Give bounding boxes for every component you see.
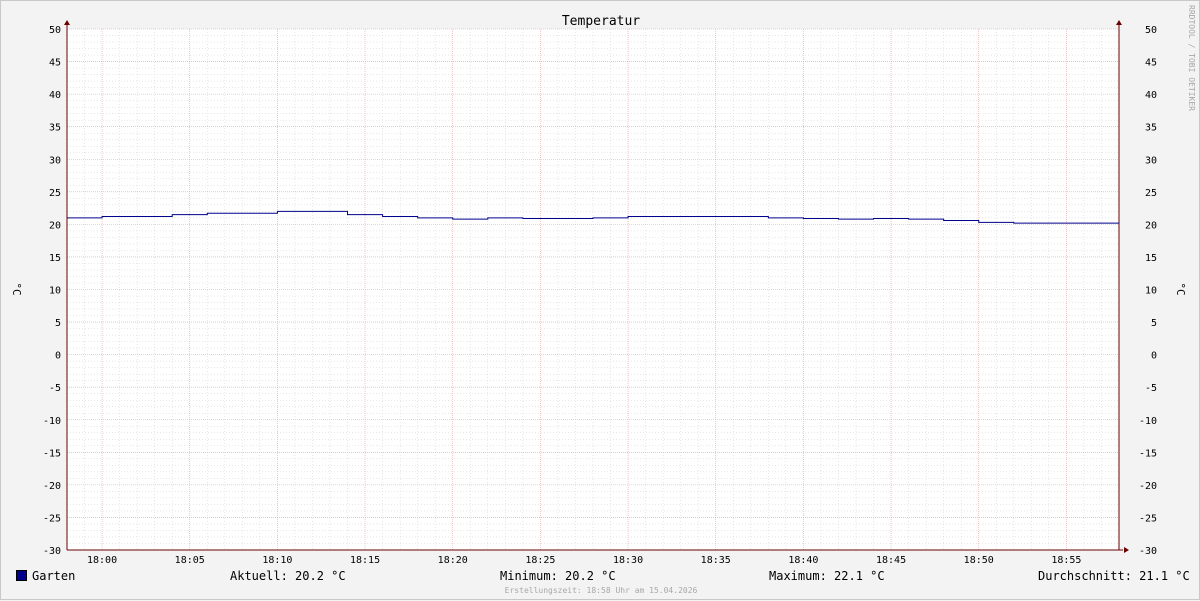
legend-maximum: Maximum: 22.1 °C (769, 569, 885, 583)
y-tick-label-left: -10 (43, 416, 61, 427)
x-tick-label: 18:45 (876, 555, 906, 566)
x-tick-label: 18:05 (175, 555, 205, 566)
y-tick-label-left: 20 (49, 220, 61, 231)
y-tick-label-right: 5 (1151, 318, 1157, 329)
y-tick-label-right: 40 (1145, 90, 1157, 101)
y-axis-right-arrow (1116, 20, 1122, 25)
legend-minimum: Minimum: 20.2 °C (500, 569, 616, 583)
y-tick-label-right: 15 (1145, 253, 1157, 264)
chart-frame: 50 50 45 45 40 40 35 35 30 30 25 25 20 20 15 15 10 10 5 5 0 0… (0, 0, 1200, 600)
y-tick-label-right: 25 (1145, 188, 1157, 199)
y-tick-label-right: -5 (1145, 383, 1157, 394)
x-tick-label: 18:30 (613, 555, 643, 566)
x-tick-label: 18:55 (1051, 555, 1081, 566)
x-axis-arrow (1124, 547, 1129, 553)
legend-series-label: Garten (32, 569, 76, 583)
y-tick-label-left: 30 (49, 155, 61, 166)
y-tick-label-left: 25 (49, 188, 61, 199)
y-tick-label-right: 50 (1145, 25, 1157, 36)
legend-series: Garten (16, 569, 75, 583)
rrdtool-watermark: RRDTOOL / TOBI OETIKER (1187, 5, 1196, 111)
y-tick-label-left: 0 (55, 351, 61, 362)
y-tick-label-left: 45 (49, 58, 61, 69)
y-tick-label-right: 35 (1145, 123, 1157, 134)
x-tick-label: 18:10 (262, 555, 292, 566)
y-tick-label-left: -25 (43, 513, 61, 524)
y-tick-label-right: 0 (1151, 351, 1157, 362)
chart-title: Temperatur (562, 14, 640, 29)
x-tick-label: 18:20 (438, 555, 468, 566)
y-tick-label-left: 35 (49, 123, 61, 134)
legend-swatch-garten (16, 570, 27, 581)
y-tick-label-right: 45 (1145, 58, 1157, 69)
x-tick-label: 18:35 (701, 555, 731, 566)
y-tick-label-right: 10 (1145, 286, 1157, 297)
creation-time-footer: Erstellungszeit: 18:58 Uhr am 15.04.2026 (504, 586, 698, 595)
y-tick-label-left: 50 (49, 25, 61, 36)
y-tick-label-right: -20 (1139, 481, 1157, 492)
x-tick-label: 18:40 (788, 555, 818, 566)
y-axis-label-right: °C (1174, 282, 1187, 295)
x-tick-label: 18:25 (525, 555, 555, 566)
y-tick-label-left: -5 (49, 383, 61, 394)
y-tick-label-left: -15 (43, 448, 61, 459)
y-tick-label-right: 30 (1145, 155, 1157, 166)
y-tick-label-right: 20 (1145, 220, 1157, 231)
y-tick-label-left: 15 (49, 253, 61, 264)
y-tick-label-left: -20 (43, 481, 61, 492)
temperature-chart: 50 5045 4540 4035 3530 3025 2520 2015 1510 105 50 0… (10, 14, 1187, 566)
y-tick-label-left: 40 (49, 90, 61, 101)
legend-average: Durchschnitt: 21.1 °C (1038, 569, 1190, 583)
y-tick-label-left: 5 (55, 318, 61, 329)
y-tick-label-left: -30 (43, 546, 61, 557)
y-tick-label-right: -15 (1139, 448, 1157, 459)
y-axis-left-arrow (64, 20, 70, 25)
y-axis-label-left: °C (10, 282, 23, 295)
y-tick-label-right: -30 (1139, 546, 1157, 557)
legend-current: Aktuell: 20.2 °C (230, 569, 346, 583)
x-tick-label: 18:15 (350, 555, 380, 566)
y-tick-label-left: 10 (49, 286, 61, 297)
y-tick-label-right: -10 (1139, 416, 1157, 427)
x-tick-label: 18:00 (87, 555, 117, 566)
y-tick-label-right: -25 (1139, 513, 1157, 524)
x-tick-label: 18:50 (964, 555, 994, 566)
